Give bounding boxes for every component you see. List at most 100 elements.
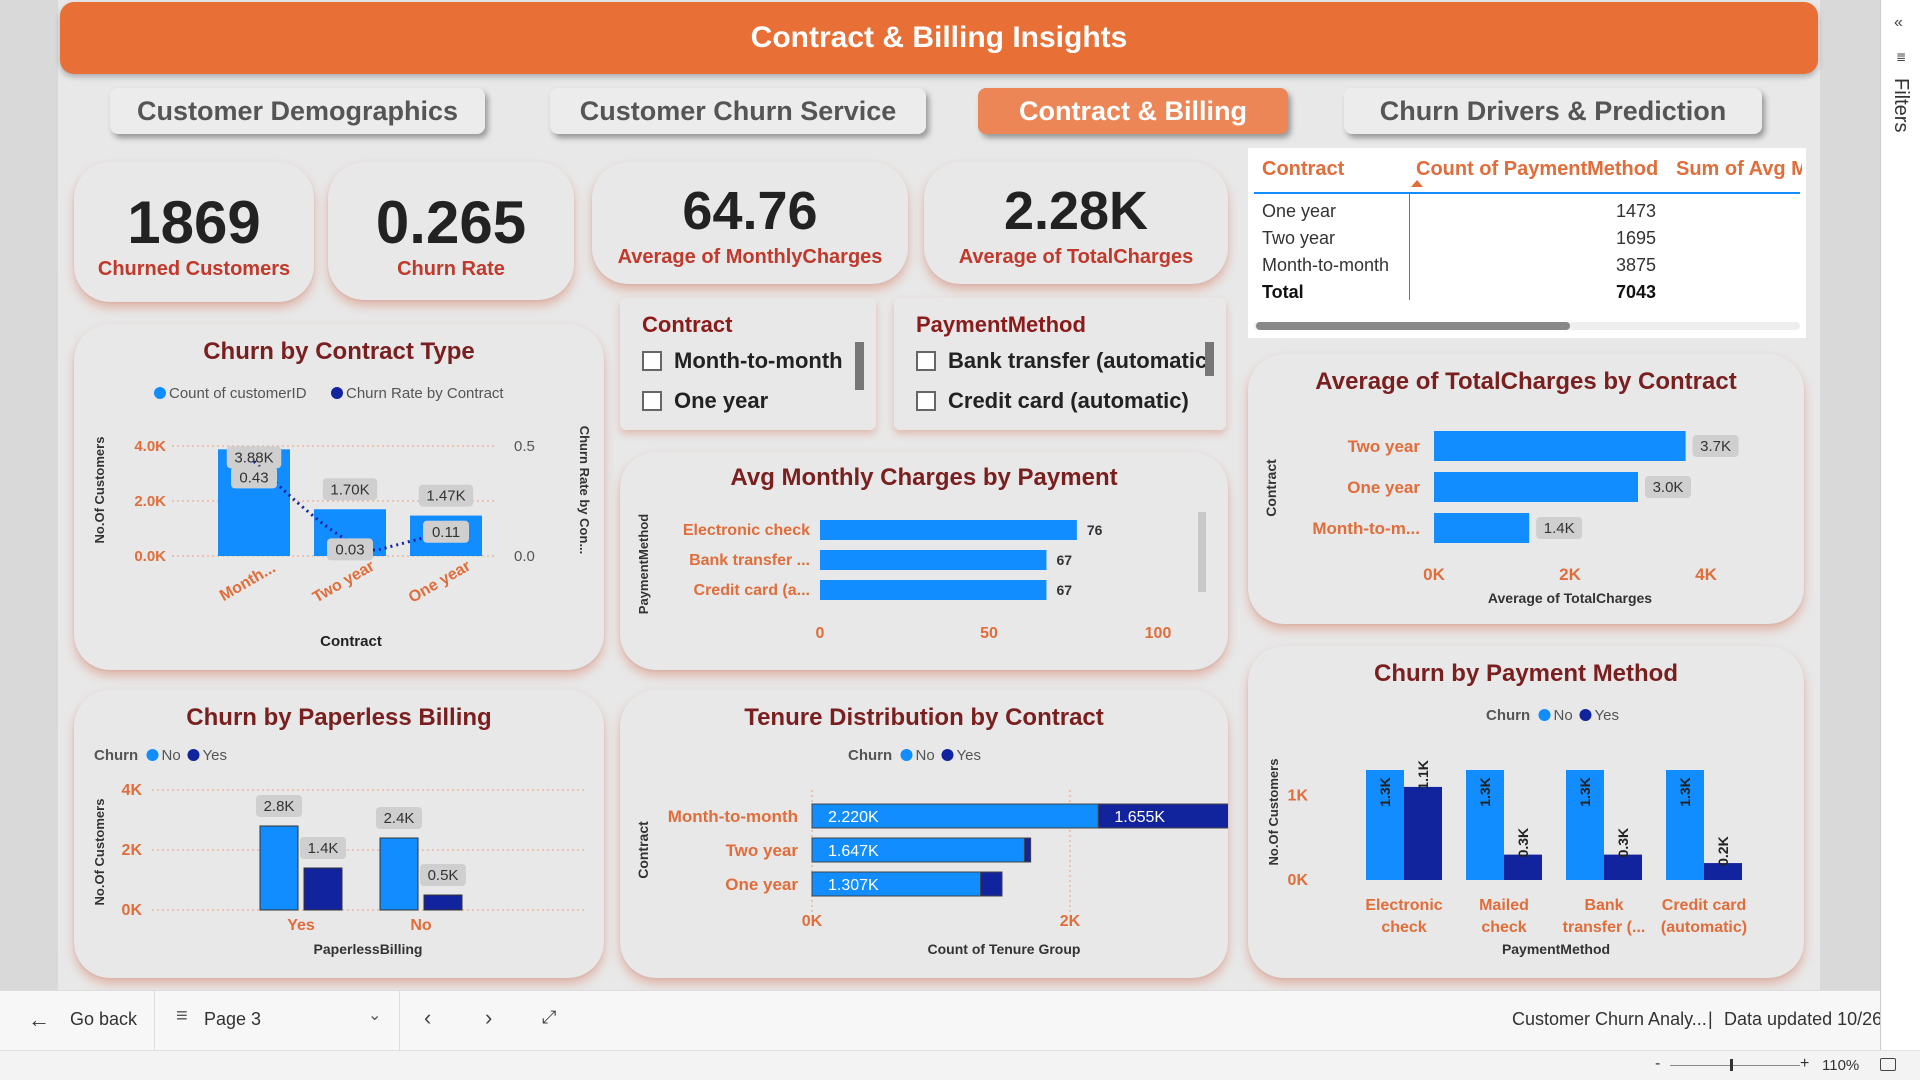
table-header-count[interactable]: Count of PaymentMethod (1416, 158, 1658, 181)
footer-divider (154, 991, 155, 1051)
legend-marker (941, 749, 954, 761)
bar (259, 825, 299, 911)
table-scrollbar-thumb[interactable] (1256, 322, 1570, 330)
y-tick-label: 0.0K (134, 548, 166, 565)
table-header-divider (1254, 192, 1800, 194)
filters-pane[interactable]: « ≣ Filters (1880, 0, 1920, 1050)
collapse-icon[interactable]: ⤢ (542, 1007, 556, 1028)
table-cell: 3875 (1615, 255, 1656, 275)
slicer-option-label: Bank transfer (automatic (948, 348, 1208, 373)
zoom-slider-thumb[interactable] (1730, 1059, 1733, 1071)
slicer-option-bank-transfer[interactable]: Bank transfer (automatic (916, 348, 1207, 374)
table-total-value: 7043 (1615, 282, 1656, 302)
slicer-option-month-to-month[interactable]: Month-to-month (642, 348, 843, 374)
slicer-option-label: Month-to-month (674, 348, 843, 373)
table-header-contract[interactable]: Contract (1262, 158, 1344, 181)
kpi-avg-monthly-charges: 64.76 Average of MonthlyCharges (592, 162, 908, 284)
x-tick-label: 0K (802, 913, 823, 930)
data-label: 0.3K (1615, 828, 1631, 858)
x-tick-label: One year (406, 558, 474, 607)
data-label: 2.220K (828, 809, 879, 826)
x-tick-label: 0K (1423, 565, 1445, 584)
bar (423, 894, 463, 911)
collapse-filters-icon[interactable]: « (1894, 14, 1903, 32)
nav-customer-churn-service[interactable]: Customer Churn Service (550, 88, 926, 134)
y-axis-label: No.Of Customers (1266, 759, 1281, 866)
bar (1023, 837, 1032, 863)
y-axis-label: No.Of Customers (92, 799, 107, 906)
rate-label: 0.03 (335, 541, 364, 558)
data-label: 1.647K (828, 843, 879, 860)
chart-churn-by-contract: Churn by Contract Type Count of customer… (74, 324, 604, 670)
checkbox[interactable] (916, 391, 936, 411)
contract-payment-table: Contract Count of PaymentMethod Sum of A… (1248, 148, 1806, 338)
y-tick-label: 0K (1288, 872, 1309, 889)
bar (1604, 854, 1642, 880)
chart-scrollbar (1198, 512, 1206, 592)
bar (303, 867, 343, 911)
x-tick-label: Yes (287, 917, 315, 934)
chart-avg-total-by-contract: Average of TotalCharges by Contract Cont… (1248, 354, 1804, 624)
table-cell: One year (1262, 201, 1337, 221)
slicer-option-label: Credit card (automatic) (948, 388, 1189, 413)
page-list-icon: ≡ (176, 1005, 188, 1027)
page-selector[interactable]: Page 3 (204, 1009, 261, 1030)
previous-page-icon[interactable]: ‹ (424, 1005, 431, 1031)
legend-item: Count of customerID (169, 385, 307, 402)
back-arrow-icon[interactable]: ← (28, 1007, 50, 1033)
kpi-churned-customers: 1869 Churned Customers (74, 162, 314, 302)
go-back-button[interactable]: Go back (70, 1009, 137, 1030)
slicer-scrollbar[interactable] (1205, 342, 1214, 376)
slicer-scrollbar[interactable] (855, 342, 864, 390)
x-tick-label: 0 (816, 625, 825, 642)
report-name: Customer Churn Analy... (1512, 1009, 1707, 1029)
data-label: 3.0K (1653, 479, 1684, 496)
slicer-option-one-year[interactable]: One year (642, 388, 768, 414)
y-tick-label: One year (1347, 478, 1420, 497)
zoom-level[interactable]: 110% (1822, 1057, 1859, 1074)
data-label: 1.307K (828, 877, 879, 894)
legend-item: Yes (957, 747, 981, 764)
nav-customer-demographics[interactable]: Customer Demographics (110, 88, 485, 134)
zoom-in-icon[interactable]: + (1800, 1055, 1809, 1073)
kpi-label: Average of MonthlyCharges (617, 246, 883, 268)
nav-churn-drivers-prediction[interactable]: Churn Drivers & Prediction (1344, 88, 1762, 134)
table-cell: 1695 (1615, 228, 1656, 248)
table-header-sum[interactable]: Sum of Avg M (1676, 158, 1802, 181)
legend-marker (331, 387, 343, 399)
checkbox[interactable] (916, 351, 936, 371)
filters-label[interactable]: Filters (1889, 78, 1912, 132)
checkbox[interactable] (642, 351, 662, 371)
slicer-title: Contract (642, 312, 733, 337)
chart-svg: Churn No Yes No.Of Customers 1K 0K 1.3K 1.1K Ele… (1266, 707, 1747, 957)
slicer-payment-method: PaymentMethod Bank transfer (automatic C… (894, 298, 1226, 430)
nav-contract-billing[interactable]: Contract & Billing (978, 88, 1288, 134)
legend-marker (1579, 709, 1592, 721)
kpi-churn-rate: 0.265 Churn Rate (328, 162, 574, 300)
next-page-icon[interactable]: › (485, 1005, 492, 1031)
data-label: 67 (1056, 582, 1072, 598)
y-axis-label: PaymentMethod (636, 514, 651, 614)
zoom-slider-track[interactable] (1670, 1065, 1800, 1066)
rate-label: 0.11 (432, 524, 460, 541)
legend-marker (1538, 709, 1551, 721)
report-footer: ← Go back ≡ Page 3 ⌄ ‹ › ⤢ Customer Chur… (0, 990, 1907, 1051)
slicer-option-credit-card[interactable]: Credit card (automatic) (916, 388, 1189, 414)
legend-marker (900, 749, 913, 761)
legend-item: Churn Rate by Contract (346, 385, 504, 402)
y-tick-label: 4K (122, 782, 143, 799)
legend-title: Churn (1486, 707, 1530, 724)
y-tick-label: Electronic check (683, 522, 810, 539)
legend-title: Churn (94, 747, 138, 764)
y-tick-label: 0K (122, 902, 143, 919)
x-tick-label: 50 (980, 625, 998, 642)
x-tick-label: Two year (310, 558, 378, 607)
legend-marker (146, 749, 159, 761)
y-axis-label: Contract (1263, 459, 1279, 517)
chevron-down-icon[interactable]: ⌄ (368, 1005, 381, 1025)
data-label: 0.2K (1715, 836, 1731, 866)
checkbox[interactable] (642, 391, 662, 411)
fit-to-page-icon[interactable] (1880, 1058, 1896, 1071)
zoom-out-icon[interactable]: - (1655, 1055, 1660, 1073)
chart-avg-monthly-by-payment: Avg Monthly Charges by Payment PaymentMe… (620, 452, 1228, 670)
